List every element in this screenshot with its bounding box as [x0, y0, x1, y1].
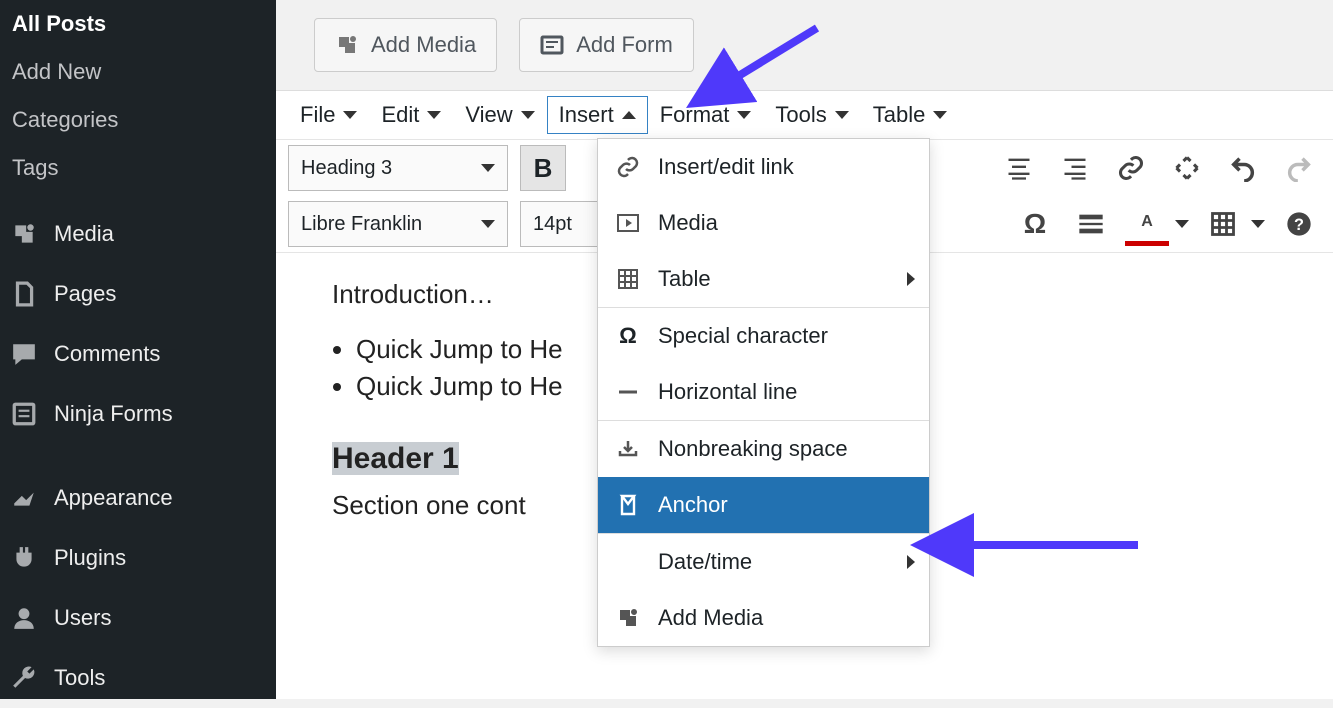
menu-item-nbsp[interactable]: Nonbreaking space	[598, 421, 929, 477]
sidebar-item-all-posts[interactable]: All Posts	[0, 0, 276, 48]
plugins-icon	[10, 544, 38, 572]
sidebar-label: Plugins	[54, 545, 126, 571]
style-select[interactable]: Heading 3	[288, 145, 508, 191]
menu-item-label: Date/time	[658, 549, 752, 575]
sidebar-label: Appearance	[54, 485, 173, 511]
menu-item-label: Special character	[658, 323, 828, 349]
sidebar-item-ninja-forms[interactable]: Ninja Forms	[0, 384, 276, 444]
tools-icon	[10, 664, 38, 692]
sidebar-item-categories[interactable]: Categories	[0, 96, 276, 144]
menu-item-label: Add Media	[658, 605, 763, 631]
menu-item-label: Media	[658, 210, 718, 236]
menu-item-media[interactable]: Media	[598, 195, 929, 251]
admin-sidebar: All Posts Add New Categories Tags Media …	[0, 0, 276, 699]
menu-edit[interactable]: Edit	[369, 96, 453, 134]
sidebar-label: Pages	[54, 281, 116, 307]
add-media-button[interactable]: Add Media	[314, 18, 497, 72]
omega-icon: Ω	[616, 323, 640, 349]
sidebar-item-appearance[interactable]: Appearance	[0, 468, 276, 528]
align-center-button[interactable]	[997, 146, 1041, 190]
table-icon	[616, 267, 640, 291]
sidebar-item-tags[interactable]: Tags	[0, 144, 276, 192]
sidebar-label: Users	[54, 605, 111, 631]
camera-icon	[616, 606, 640, 630]
nbsp-icon	[616, 437, 640, 461]
sidebar-item-plugins[interactable]: Plugins	[0, 528, 276, 588]
menu-item-label: Insert/edit link	[658, 154, 794, 180]
menu-item-anchor[interactable]: Anchor	[598, 477, 929, 533]
hr-button[interactable]	[1069, 202, 1113, 246]
menu-item-datetime[interactable]: Date/time	[598, 534, 929, 590]
menu-item-insert-link[interactable]: Insert/edit link	[598, 139, 929, 195]
media-icon	[10, 220, 38, 248]
redo-button[interactable]	[1277, 146, 1321, 190]
help-button[interactable]: ?	[1277, 202, 1321, 246]
anchor-icon	[616, 493, 640, 517]
link-icon	[616, 155, 640, 179]
posts-submenu: All Posts Add New Categories Tags	[0, 0, 276, 192]
annotation-arrow-insert	[712, 18, 832, 103]
menu-item-hr[interactable]: Horizontal line	[598, 364, 929, 420]
forms-icon	[10, 400, 38, 428]
sidebar-item-users[interactable]: Users	[0, 588, 276, 648]
sidebar-item-tools[interactable]: Tools	[0, 648, 276, 708]
menu-view[interactable]: View	[453, 96, 546, 134]
sidebar-label: Media	[54, 221, 114, 247]
menu-item-table[interactable]: Table	[598, 251, 929, 307]
menu-insert[interactable]: Insert	[547, 96, 648, 134]
menu-item-label: Table	[658, 266, 711, 292]
menu-item-label: Horizontal line	[658, 379, 797, 405]
insert-dropdown: Insert/edit link Media Table Ω Special c…	[597, 138, 930, 647]
text-color-button[interactable]: A	[1125, 203, 1169, 246]
undo-button[interactable]	[1221, 146, 1265, 190]
menu-table[interactable]: Table	[861, 96, 960, 134]
bold-button[interactable]: B	[520, 145, 566, 191]
menu-file[interactable]: File	[288, 96, 369, 134]
button-label: Add Media	[371, 32, 476, 58]
sidebar-label: Tools	[54, 665, 105, 691]
unlink-button[interactable]	[1165, 146, 1209, 190]
svg-text:?: ?	[1294, 216, 1304, 234]
align-right-button[interactable]	[1053, 146, 1097, 190]
link-button[interactable]	[1109, 146, 1153, 190]
table-button[interactable]	[1201, 202, 1245, 246]
special-char-button[interactable]: Ω	[1013, 202, 1057, 246]
chevron-right-icon	[907, 555, 915, 569]
hr-icon	[616, 380, 640, 404]
pages-icon	[10, 280, 38, 308]
video-icon	[616, 211, 640, 235]
chevron-right-icon	[907, 272, 915, 286]
appearance-icon	[10, 484, 38, 512]
sidebar-item-add-new[interactable]: Add New	[0, 48, 276, 96]
chevron-down-icon[interactable]	[1175, 220, 1189, 228]
button-label: Add Form	[576, 32, 673, 58]
sidebar-label: Ninja Forms	[54, 401, 173, 427]
sidebar-label: Comments	[54, 341, 160, 367]
chevron-down-icon[interactable]	[1251, 220, 1265, 228]
users-icon	[10, 604, 38, 632]
sidebar-item-comments[interactable]: Comments	[0, 324, 276, 384]
comments-icon	[10, 340, 38, 368]
sidebar-item-media[interactable]: Media	[0, 204, 276, 264]
font-select[interactable]: Libre Franklin	[288, 201, 508, 247]
annotation-arrow-anchor	[948, 525, 1148, 570]
menu-item-special-char[interactable]: Ω Special character	[598, 308, 929, 364]
sidebar-item-pages[interactable]: Pages	[0, 264, 276, 324]
menu-item-label: Nonbreaking space	[658, 436, 848, 462]
menu-item-label: Anchor	[658, 492, 728, 518]
menu-item-add-media[interactable]: Add Media	[598, 590, 929, 646]
add-form-button[interactable]: Add Form	[519, 18, 694, 72]
